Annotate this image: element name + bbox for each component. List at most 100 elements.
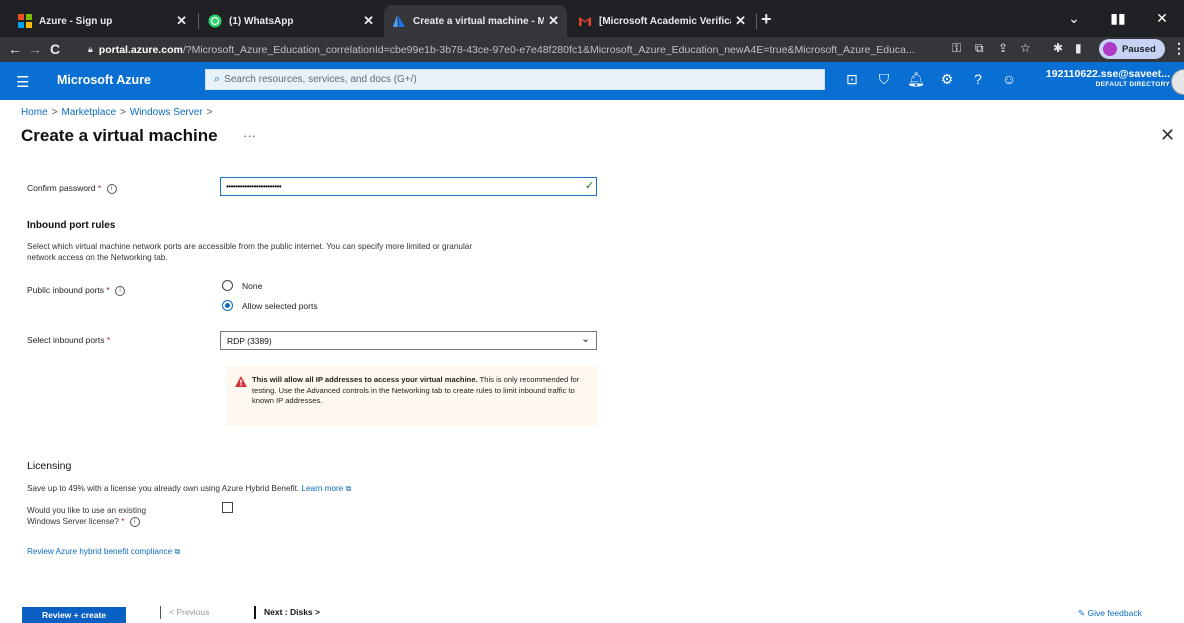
bookmark-star-icon[interactable]: ☆ [1020, 41, 1031, 55]
learn-more-link[interactable]: Learn more [301, 484, 343, 493]
checkmark-icon: ✓ [585, 180, 595, 192]
breadcrumb-home[interactable]: Home [21, 107, 48, 118]
window-controls: ⌄ ▮▮ ✕ [1052, 0, 1184, 37]
search-placeholder: Search resources, services, and docs (G+… [224, 74, 417, 85]
microsoft-logo-icon [18, 14, 32, 28]
settings-gear-icon[interactable]: ⚙ [937, 71, 957, 88]
browser-menu-icon[interactable]: ⋮ [1172, 40, 1184, 57]
more-options-button[interactable]: ··· [243, 128, 256, 143]
close-icon[interactable]: ✕ [548, 13, 559, 29]
breadcrumb-separator: > [51, 107, 58, 118]
reload-icon[interactable]: C [50, 41, 60, 57]
minimize-button[interactable]: ⌄ [1052, 10, 1096, 27]
new-tab-button[interactable]: + [761, 9, 772, 30]
install-app-icon[interactable]: ⧉ [975, 41, 984, 56]
tab-create-vm[interactable]: Create a virtual machine - Micro ✕ [384, 5, 567, 37]
select-inbound-ports-label: Select inbound ports * [27, 335, 110, 345]
help-icon[interactable]: ? [968, 71, 988, 87]
back-arrow-icon[interactable]: ← [8, 41, 22, 57]
whatsapp-icon [208, 14, 222, 28]
account-user: 192110622.sse@saveet... [1045, 68, 1170, 80]
breadcrumb-separator: > [206, 107, 213, 118]
account-directory: DEFAULT DIRECTORY [1095, 81, 1170, 88]
close-icon[interactable]: ✕ [176, 13, 187, 29]
external-link-icon: ⧉ [345, 484, 352, 493]
feedback-icon: ✎ [1078, 608, 1086, 618]
label-text: Select inbound ports [27, 335, 105, 345]
profile-paused-button[interactable]: Paused [1099, 39, 1165, 59]
window-close-button[interactable]: ✕ [1140, 10, 1184, 27]
review-create-button[interactable]: Review + create [22, 607, 126, 623]
info-icon[interactable]: i [129, 516, 140, 527]
tab-title: Azure - Sign up [39, 15, 113, 27]
licensing-description: Save up to 49% with a license you alread… [27, 483, 587, 494]
extensions-puzzle-icon[interactable]: ✱ [1053, 41, 1063, 55]
url-path: /?Microsoft_Azure_Education_correlationI… [182, 43, 915, 56]
footer-divider [160, 606, 161, 619]
close-icon[interactable]: ✕ [363, 13, 374, 29]
share-icon[interactable]: ⇪ [998, 41, 1008, 55]
avatar[interactable] [1171, 69, 1184, 95]
license-question-line: Would you like to use an existing [27, 506, 147, 515]
profile-status: Paused [1122, 43, 1156, 55]
tab-academic-verification[interactable]: [Microsoft Academic Verification ✕ [570, 5, 754, 37]
cloud-shell-icon[interactable]: ⊡ [842, 71, 862, 88]
azure-brand[interactable]: Microsoft Azure [57, 73, 151, 87]
gmail-icon [578, 14, 592, 28]
tab-title: (1) WhatsApp [229, 15, 294, 27]
feedback-person-icon[interactable]: ☺ [999, 71, 1019, 87]
confirm-password-field[interactable]: •••••••••••••••••••••••• [220, 177, 597, 196]
breadcrumb-separator: > [120, 107, 126, 118]
search-icon: ⌕ [214, 73, 221, 85]
licensing-heading: Licensing [27, 460, 72, 472]
tab-whatsapp[interactable]: (1) WhatsApp ✕ [200, 5, 382, 37]
hamburger-menu-icon[interactable]: ☰ [16, 73, 29, 91]
previous-button[interactable]: < Previous [169, 607, 209, 617]
info-icon[interactable]: i [115, 285, 126, 296]
breadcrumb-windows-server[interactable]: Windows Server [130, 107, 203, 118]
tab-azure-signup[interactable]: Azure - Sign up ✕ [10, 5, 195, 37]
radio-allow-selected-ports[interactable] [222, 300, 233, 311]
next-disks-button[interactable]: Next : Disks > [264, 607, 320, 617]
browser-toolbar: ← → C 🔒︎ portal.azure.com /?Microsoft_Az… [0, 37, 1184, 62]
azure-top-bar: ☰ Microsoft Azure ⌕ Search resources, se… [0, 62, 1184, 100]
confirm-password-label: Confirm password * i [27, 183, 117, 194]
maximize-button[interactable]: ▮▮ [1096, 10, 1140, 27]
footer-divider [254, 606, 256, 619]
warning-bold: This will allow all IP addresses to acce… [252, 375, 478, 384]
review-compliance-link[interactable]: Review Azure hybrid benefit compliance [27, 547, 172, 556]
url-host: portal.azure.com [98, 43, 183, 56]
lock-icon: 🔒︎ [88, 44, 93, 54]
required-asterisk: * [106, 285, 110, 295]
side-panel-icon[interactable]: ▮ [1075, 41, 1082, 55]
close-icon[interactable]: ✕ [735, 13, 746, 29]
feedback-label: Give feedback [1087, 608, 1142, 618]
radio-none[interactable] [222, 280, 233, 291]
directory-filter-icon[interactable]: ⛉ [874, 71, 894, 88]
address-bar[interactable]: 🔒︎ portal.azure.com /?Microsoft_Azure_Ed… [88, 40, 988, 59]
breadcrumb-marketplace[interactable]: Marketplace [62, 107, 116, 118]
required-asterisk: * [106, 335, 111, 345]
label-text: Windows Server license? [27, 517, 119, 526]
existing-license-checkbox[interactable] [222, 502, 233, 513]
tab-divider [198, 13, 199, 29]
notifications-bell-icon[interactable]: 🔔︎ [906, 71, 926, 88]
radio-none-label[interactable]: None [242, 281, 262, 291]
inbound-port-rules-heading: Inbound port rules [27, 220, 116, 231]
account-menu[interactable]: 192110622.sse@saveet... DEFAULT DIRECTOR… [1040, 68, 1170, 88]
forward-arrow-icon[interactable]: → [28, 41, 42, 57]
key-icon[interactable]: ⚿ [952, 41, 961, 56]
select-inbound-ports-dropdown[interactable]: RDP (3389) [220, 331, 597, 350]
search-input[interactable]: ⌕ Search resources, services, and docs (… [205, 69, 825, 90]
radio-allow-selected-ports-label[interactable]: Allow selected ports [242, 301, 318, 311]
label-text: Confirm password [27, 183, 96, 193]
info-icon[interactable]: i [106, 183, 117, 194]
give-feedback-button[interactable]: ✎ Give feedback [1078, 608, 1142, 619]
blade-close-button[interactable]: ✕ [1160, 125, 1175, 146]
tab-divider [756, 13, 757, 29]
tab-title: [Microsoft Academic Verification [599, 15, 731, 27]
chevron-down-icon[interactable]: ⌄ [581, 332, 590, 345]
inbound-description-line: Select which virtual machine network por… [27, 242, 473, 251]
warning-text: This will allow all IP addresses to acce… [252, 375, 582, 407]
page-title: Create a virtual machine [21, 126, 218, 145]
